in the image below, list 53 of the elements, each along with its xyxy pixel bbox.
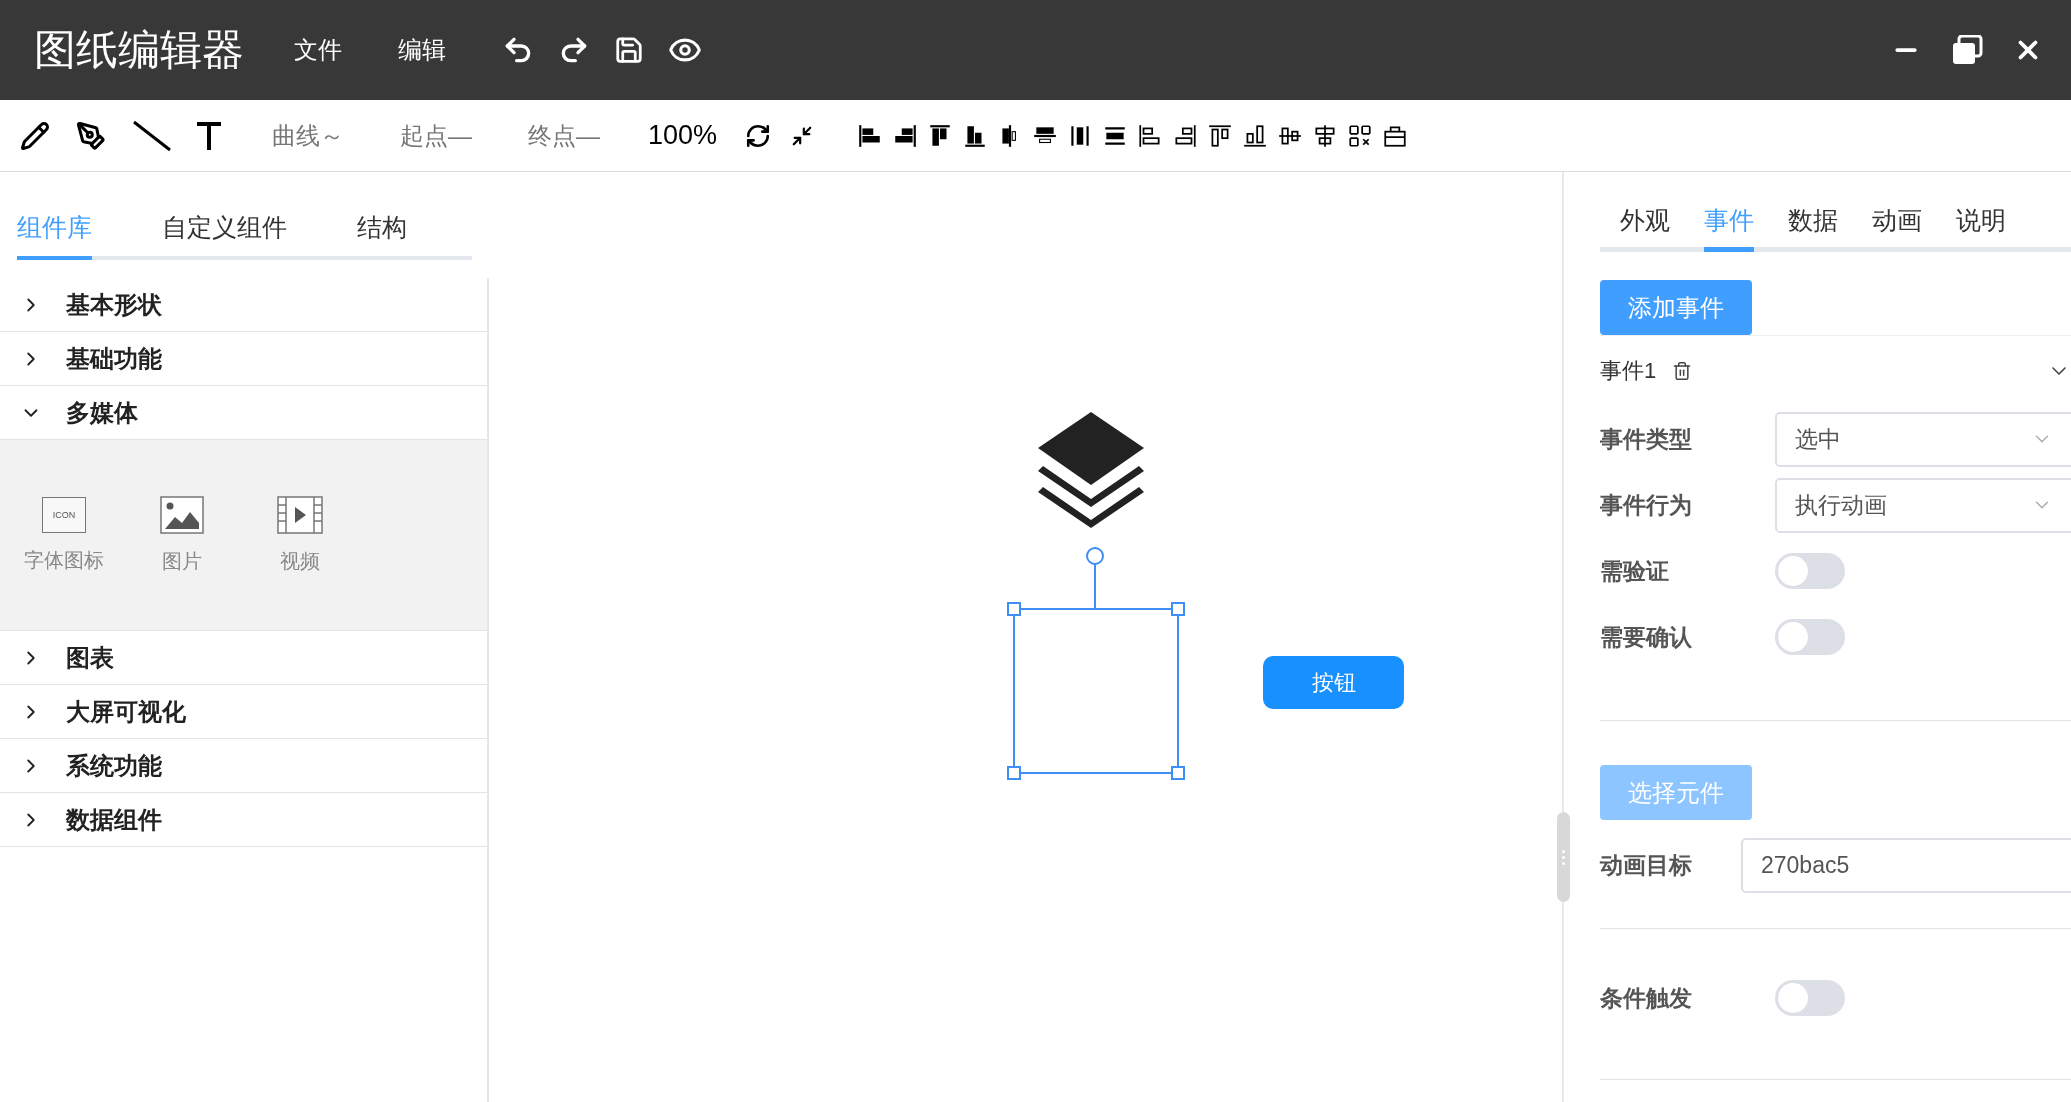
category-header[interactable]: 图表 [0,631,487,685]
select-value: 选中 [1795,424,1842,454]
category-header[interactable]: 基本形状 [0,278,487,332]
field-label: 条件触发 [1600,983,1693,1013]
field-label: 事件类型 [1600,424,1693,454]
bottom-edge-bars-icon[interactable] [1242,122,1269,149]
select-field[interactable]: 选中 [1775,411,2071,467]
category-header[interactable]: 大屏可视化 [0,685,487,739]
text-tool-icon[interactable] [196,120,222,151]
panel-tab[interactable]: 动画 [1872,204,1922,252]
panel-tab[interactable]: 结构 [357,211,407,260]
category-header[interactable]: 数据组件 [0,793,487,847]
toolbar-option[interactable]: 起点— [400,119,472,152]
field-label: 需验证 [1600,556,1670,586]
align-right-icon[interactable] [892,122,919,149]
toggle-switch[interactable] [1775,619,1845,655]
save-icon[interactable] [614,35,644,65]
select-value: 执行动画 [1795,490,1888,520]
zoom-level[interactable]: 100% [648,120,718,151]
video-icon [277,495,323,534]
panel-tab[interactable]: 说明 [1956,204,2006,252]
restore-icon[interactable] [1951,35,1983,65]
layers-icon [1038,412,1144,528]
icon-badge: ICON [42,496,86,533]
category-header[interactable]: 基础功能 [0,332,487,386]
pen-nib-icon[interactable] [76,120,106,151]
refresh-icon[interactable] [745,122,772,149]
shrink-icon[interactable] [791,124,814,147]
panel-tab[interactable]: 外观 [1620,204,1670,252]
menu-item[interactable]: 文件 [294,34,342,66]
toolbar-option[interactable]: 曲线～ [272,119,344,152]
panel-tab[interactable]: 数据 [1788,204,1838,252]
top-edge-bars-icon[interactable] [1207,122,1234,149]
input-field[interactable]: 270bac5 [1741,837,2071,893]
right-edge-bars-icon[interactable] [1172,122,1199,149]
event-title: 事件1 [1600,357,1657,385]
field-label: 需要确认 [1600,622,1693,652]
toolbar-option[interactable]: 终点— [528,119,600,152]
delete-icon[interactable] [1672,361,1693,381]
resize-handle[interactable] [1557,812,1570,902]
panel-tab[interactable]: 自定义组件 [162,211,287,260]
field-label: 事件行为 [1600,490,1693,520]
pencil-icon[interactable] [20,120,50,151]
app-title: 图纸编辑器 [34,25,244,75]
toggle-switch[interactable] [1775,553,1845,589]
ungroup-icon[interactable] [1347,122,1374,149]
field-label: 动画目标 [1600,850,1693,880]
toggle-switch[interactable] [1775,980,1845,1016]
select-field[interactable]: 执行动画 [1775,477,2071,533]
menu-item[interactable]: 编辑 [398,34,446,66]
line-icon[interactable] [132,119,172,152]
category-header[interactable]: 系统功能 [0,739,487,793]
image-icon [160,495,204,534]
